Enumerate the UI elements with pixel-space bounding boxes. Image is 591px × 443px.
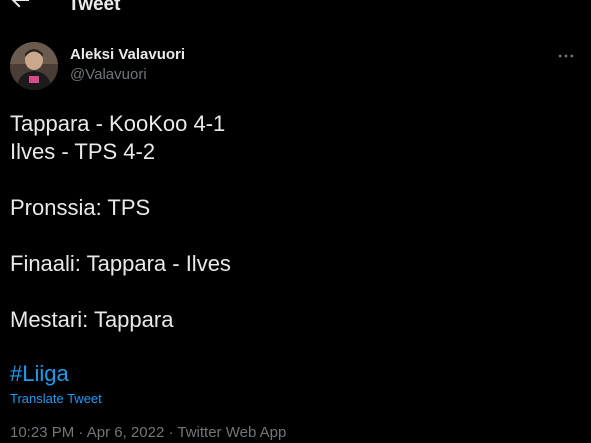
tweet-date[interactable]: Apr 6, 2022 [87, 424, 165, 441]
tweet-line: Tappara - KooKoo 4-1 [10, 111, 226, 136]
tweet-line: Finaali: Tappara - Ilves [10, 251, 231, 276]
author-display-name[interactable]: Aleksi Valavuori [70, 46, 185, 64]
tweet-line: Pronssia: TPS [10, 195, 151, 220]
tweet-text: Tappara - KooKoo 4-1 Ilves - TPS 4-2 Pro… [10, 110, 570, 334]
page-title: Tweet [68, 0, 121, 15]
tweet-line: Ilves - TPS 4-2 [10, 139, 156, 164]
tweet-source[interactable]: Twitter Web App [177, 424, 286, 441]
avatar[interactable] [10, 42, 58, 90]
tweet-metadata: 10:23 PM · Apr 6, 2022 · Twitter Web App [10, 423, 286, 443]
arrow-left-icon[interactable] [8, 0, 32, 12]
tweet-line: Mestari: Tappara [10, 307, 174, 332]
avatar-image [10, 42, 58, 90]
author-username[interactable]: @Valavuori [70, 66, 147, 84]
meta-separator: · [168, 424, 174, 441]
tweet-time[interactable]: 10:23 PM [10, 424, 74, 441]
header-bar: Tweet [0, 0, 591, 20]
hashtag-link[interactable]: #Liiga [10, 360, 69, 388]
more-horizontal-icon[interactable] [556, 46, 576, 66]
translate-tweet-link[interactable]: Translate Tweet [10, 391, 102, 407]
meta-separator: · [78, 424, 84, 441]
